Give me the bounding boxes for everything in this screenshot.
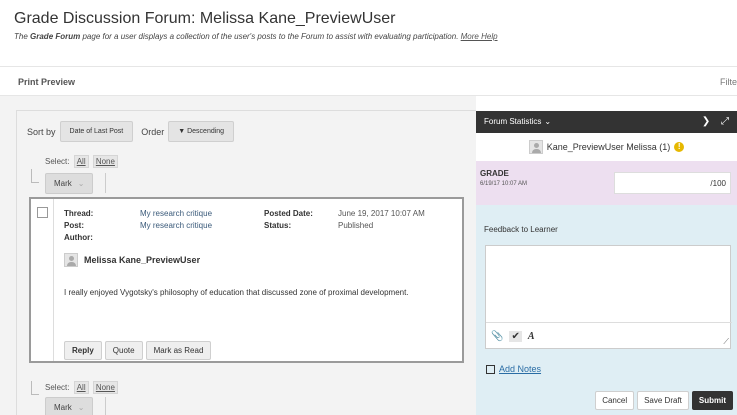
forum-statistics-title[interactable]: Forum Statistics [484, 117, 541, 126]
post-card: Thread: My research critique Post: My re… [29, 197, 464, 363]
mark-button-top[interactable]: Mark ⌄ [45, 173, 94, 194]
tree-connector [31, 169, 39, 183]
cancel-button[interactable]: Cancel [595, 391, 635, 410]
page-header: Grade Discussion Forum: Melissa Kane_Pre… [0, 0, 737, 58]
submit-button[interactable]: Submit [691, 391, 733, 410]
forum-statistics-header: Forum Statistics ⌄ ❯ ⤢ [476, 111, 737, 133]
page-title: Grade Discussion Forum: Melissa Kane_Pre… [14, 10, 396, 27]
grade-label: GRADE [480, 169, 509, 178]
select-none-link[interactable]: None [92, 381, 118, 394]
select-all-link[interactable]: All [73, 155, 89, 168]
post-checkbox[interactable] [37, 207, 48, 218]
more-help-link[interactable]: More Help [461, 32, 498, 41]
thread-link[interactable]: My research critique [140, 209, 212, 218]
select-row-top: Select: All None [45, 155, 118, 168]
user-name: Kane_PreviewUser Melissa (1) [546, 142, 671, 152]
post-actions: Reply Quote Mark as Read [64, 341, 212, 360]
quote-button[interactable]: Quote [104, 341, 143, 360]
order-label: Order [141, 126, 165, 137]
grade-max: /100 [710, 179, 726, 188]
posted-date-label: Posted Date: [264, 209, 313, 218]
page-description: The Grade Forum page for a user displays… [14, 32, 498, 41]
grading-panel: Forum Statistics ⌄ ❯ ⤢ Kane_PreviewUser M… [476, 111, 737, 415]
order-select[interactable]: ▼ Descending [168, 121, 235, 142]
grade-input[interactable]: /100 [614, 172, 731, 194]
add-notes-link[interactable]: Add Notes [486, 364, 541, 374]
reply-button[interactable]: Reply [64, 341, 102, 360]
select-all-link[interactable]: All [73, 381, 89, 394]
feedback-label: Feedback to Learner [484, 225, 558, 234]
chevron-down-icon: ⌄ [77, 179, 85, 188]
sort-label: Sort by [27, 126, 56, 137]
mark-button-bottom[interactable]: Mark ⌄ [45, 397, 94, 415]
tree-connector [31, 381, 39, 395]
post-body: I really enjoyed Vygotsky's philosophy o… [64, 288, 409, 297]
post-content: Thread: My research critique Post: My re… [53, 199, 462, 361]
divider [105, 173, 106, 193]
author-row: Melissa Kane_PreviewUser [64, 253, 200, 267]
status-label: Status: [264, 221, 292, 230]
posted-date-value: June 19, 2017 10:07 AM [338, 209, 425, 218]
action-bar: Print Preview Filte [0, 66, 737, 96]
sort-row: Sort by Date of Last Post Order ▼ Descen… [27, 121, 235, 142]
grade-actions: Cancel Save Draft Submit [595, 391, 733, 410]
select-row-bottom: Select: All None [45, 381, 118, 394]
grade-date: 6/19/17 10:07 AM [480, 181, 528, 187]
sort-by-select[interactable]: Date of Last Post [59, 121, 134, 142]
spellcheck-icon[interactable]: ✔ [509, 330, 522, 342]
posts-pane: Sort by Date of Last Post Order ▼ Descen… [0, 96, 476, 415]
grade-section: GRADE 6/19/17 10:07 AM /100 [476, 161, 737, 205]
mark-as-read-button[interactable]: Mark as Read [145, 341, 212, 360]
select-none-link[interactable]: None [92, 155, 118, 168]
chevron-right-icon[interactable]: ❯ [702, 116, 710, 127]
notes-icon [486, 364, 495, 374]
filter-button[interactable]: Filte [720, 77, 737, 87]
chevron-down-icon: ⌄ [77, 403, 85, 412]
thread-label: Thread: [64, 209, 94, 218]
expand-icon[interactable]: ⤢ [721, 116, 729, 127]
user-selector[interactable]: Kane_PreviewUser Melissa (1) ! [476, 133, 737, 161]
resize-handle-icon[interactable]: ⟋ [723, 337, 729, 347]
divider [105, 397, 106, 415]
status-value: Published [338, 221, 374, 230]
font-icon[interactable]: A [528, 331, 535, 342]
post-link[interactable]: My research critique [140, 221, 212, 230]
author-name: Melissa Kane_PreviewUser [84, 255, 201, 265]
save-draft-button[interactable]: Save Draft [637, 391, 689, 410]
warning-icon: ! [674, 142, 685, 152]
author-label: Author: [64, 233, 93, 242]
feedback-textarea[interactable]: 📎 ✔ A ⟋ [485, 245, 732, 349]
avatar [528, 140, 543, 154]
print-preview-button[interactable]: Print Preview [18, 77, 75, 87]
post-label: Post: [64, 221, 84, 230]
editor-toolbar: 📎 ✔ A ⟋ [486, 322, 732, 349]
attachment-icon[interactable]: 📎 [491, 331, 503, 342]
avatar [64, 253, 78, 267]
chevron-down-icon: ⌄ [544, 117, 552, 126]
